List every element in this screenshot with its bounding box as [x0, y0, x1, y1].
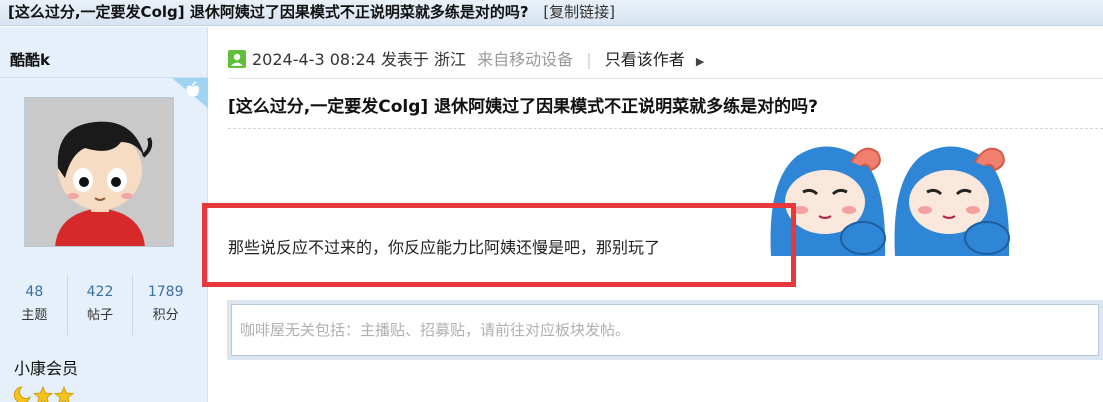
post-title: [这么过分,一定要发Colg] 退休阿姨过了因果模式不正说明菜就多练是对的吗? [228, 97, 818, 117]
annotation-highlight-box [202, 203, 796, 287]
cartoon-avatar-icon [25, 98, 173, 246]
stat-value: 48 [25, 284, 44, 300]
post-location: 浙江 [434, 50, 467, 69]
member-level[interactable]: 小康会员 [14, 355, 78, 379]
stat-label: 帖子 [87, 308, 114, 323]
stat-points[interactable]: 1789 积分 [133, 275, 198, 335]
avatar[interactable] [24, 97, 174, 247]
reply-input[interactable]: 咖啡屋无关包括：主播贴、招募贴，请前往对应板块发帖。 [231, 304, 1099, 356]
post-date: 2024-4-3 08:24 [252, 50, 376, 69]
caret-right-icon: ▶ [695, 55, 705, 68]
moon-icon [13, 386, 31, 402]
level-badges [13, 385, 75, 402]
divider: | [586, 50, 592, 69]
author-stats: 48 主题 422 帖子 1789 积分 [2, 275, 198, 335]
sticker-emoji-icon [894, 146, 1010, 256]
thread-title: [这么过分,一定要发Colg] 退休阿姨过了因果模式不正说明菜就多练是对的吗? [8, 3, 529, 21]
quick-reply: 咖啡屋无关包括：主播贴、招募贴，请前往对应板块发帖。 [227, 300, 1103, 360]
apple-badge-icon [172, 78, 208, 108]
post-meta: 2024-4-3 08:24 发表于 浙江 来自移动设备 | 只看该作者 ▶ [228, 48, 704, 74]
user-online-icon [228, 50, 246, 68]
author-name[interactable]: 酷酷k [10, 49, 50, 70]
star-icon [32, 385, 54, 402]
divider [228, 78, 1103, 79]
thread-title-bar: [这么过分,一定要发Colg] 退休阿姨过了因果模式不正说明菜就多练是对的吗? … [0, 0, 1103, 26]
author-sidebar: 酷酷k 48 主题 422 帖子 1789 积分 小康会员 [0, 27, 208, 402]
stat-topics[interactable]: 48 主题 [2, 275, 68, 335]
copy-link[interactable]: [复制链接] [543, 3, 615, 21]
stat-value: 422 [86, 284, 114, 300]
stat-label: 主题 [21, 308, 48, 323]
stat-posts[interactable]: 422 帖子 [68, 275, 134, 335]
star-icon [53, 385, 75, 402]
posted-in-label: 发表于 [380, 50, 429, 69]
stat-value: 1789 [147, 284, 184, 300]
only-author-link[interactable]: 只看该作者 [605, 50, 685, 69]
divider [228, 128, 1103, 129]
stat-label: 积分 [152, 308, 179, 323]
post-device: 来自移动设备 [477, 50, 574, 69]
